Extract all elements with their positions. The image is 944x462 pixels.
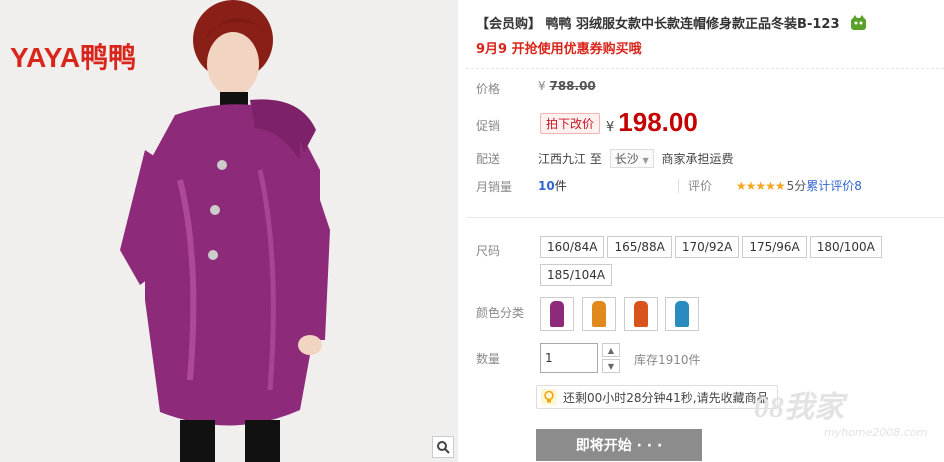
original-price-value: 788.00	[549, 79, 596, 93]
size-label: 尺码	[476, 244, 501, 258]
rating-score: 5分	[786, 179, 807, 193]
promo-currency: ¥	[606, 120, 615, 135]
watermark: 08我家 myhome2008.com	[754, 382, 927, 439]
rating-info: 评价 ★★★★★ 5分累计评价8	[688, 177, 862, 194]
size-option[interactable]: 175/96A	[742, 236, 807, 258]
quantity-input[interactable]	[540, 343, 598, 373]
shipping-to: 至	[589, 152, 602, 166]
color-swatch-orange[interactable]	[581, 297, 616, 331]
color-label: 颜色分类	[476, 306, 525, 320]
promo-label: 促销	[476, 119, 501, 133]
promo-tag-badge: 拍下改价	[540, 113, 601, 134]
shipping-fee-note: 商家承担运费	[661, 152, 734, 166]
color-options	[540, 297, 703, 334]
product-title: 【会员购】 鸭鸭 羽绒服女款中长款连帽修身款正品冬装B-123	[476, 13, 867, 32]
model-figure	[120, 0, 330, 462]
hello-badge-icon[interactable]	[850, 15, 867, 31]
color-swatch-red-orange[interactable]	[623, 297, 658, 331]
increment-button[interactable]: ▲	[602, 343, 620, 357]
chevron-down-icon: ▼	[642, 156, 649, 165]
star-rating-icon: ★★★★★	[735, 179, 786, 193]
sales-unit: 件	[554, 179, 567, 193]
countdown-tip: 还剩00小时28分钟41秒,请先收藏商品	[536, 385, 778, 409]
size-options: 160/84A 165/88A 170/92A 175/96A 180/100A 185/…	[540, 236, 900, 292]
currency-symbol: ¥	[538, 79, 546, 93]
color-swatch-purple[interactable]	[540, 297, 574, 331]
destination-value: 长沙	[614, 152, 639, 166]
shipping-label: 配送	[476, 152, 501, 166]
size-option[interactable]: 185/104A	[540, 264, 613, 286]
swatch-fill	[591, 301, 606, 327]
countdown-text: 还剩00小时28分钟41秒,请先收藏商品	[563, 390, 769, 405]
zoom-icon[interactable]	[432, 436, 454, 458]
size-option[interactable]: 160/84A	[540, 236, 605, 258]
size-option[interactable]: 170/92A	[674, 236, 740, 258]
color-swatch-blue[interactable]	[665, 297, 700, 331]
chevron-up-icon: ▲	[607, 345, 615, 355]
promo-price: ¥198.00	[606, 107, 698, 138]
swatch-fill	[675, 301, 690, 327]
stock-info: 库存1910件	[634, 353, 701, 367]
product-subtitle: 9月9 开抢使用优惠券购买哦	[476, 42, 642, 57]
lightbulb-icon	[541, 389, 557, 405]
coming-soon-button[interactable]: 即将开始 · · ·	[536, 429, 702, 461]
rating-label: 评价	[688, 179, 713, 193]
price-label: 价格	[476, 82, 501, 96]
shipping-info: 江西九江 至 长沙 ▼ 商家承担运费	[538, 149, 734, 168]
size-option[interactable]: 165/88A	[607, 236, 672, 258]
size-option[interactable]: 180/100A	[809, 236, 882, 258]
swatch-fill	[550, 301, 564, 327]
quantity-stepper: ▲ ▼	[602, 343, 620, 375]
chevron-down-icon: ▼	[607, 361, 615, 371]
review-count-link[interactable]: 累计评价8	[806, 179, 862, 193]
promo-price-value: 198.00	[618, 107, 698, 137]
original-price: ¥ 788.00	[538, 79, 596, 93]
quantity-label: 数量	[476, 352, 501, 366]
product-info-panel: 【会员购】 鸭鸭 羽绒服女款中长款连帽修身款正品冬装B-123 9月9 开抢使用…	[466, 0, 944, 462]
divider	[678, 179, 679, 193]
watermark-url: myhome2008.com	[824, 426, 928, 439]
sales-count: 10件	[538, 177, 567, 194]
price-box: 价格 ¥ 788.00 促销 拍下改价 ¥198.00 配送 江西九江 至 长沙…	[466, 68, 944, 218]
swatch-fill	[633, 301, 648, 327]
watermark-logo: 08我家	[754, 391, 844, 424]
sales-count-value: 10	[538, 179, 555, 193]
product-image[interactable]: YAYA鸭鸭	[0, 0, 458, 462]
sales-label: 月销量	[476, 180, 513, 194]
destination-select[interactable]: 长沙 ▼	[609, 149, 654, 168]
shipping-origin: 江西九江	[538, 152, 587, 166]
product-title-text: 【会员购】 鸭鸭 羽绒服女款中长款连帽修身款正品冬装B-123	[476, 17, 840, 32]
decrement-button[interactable]: ▼	[602, 359, 620, 373]
